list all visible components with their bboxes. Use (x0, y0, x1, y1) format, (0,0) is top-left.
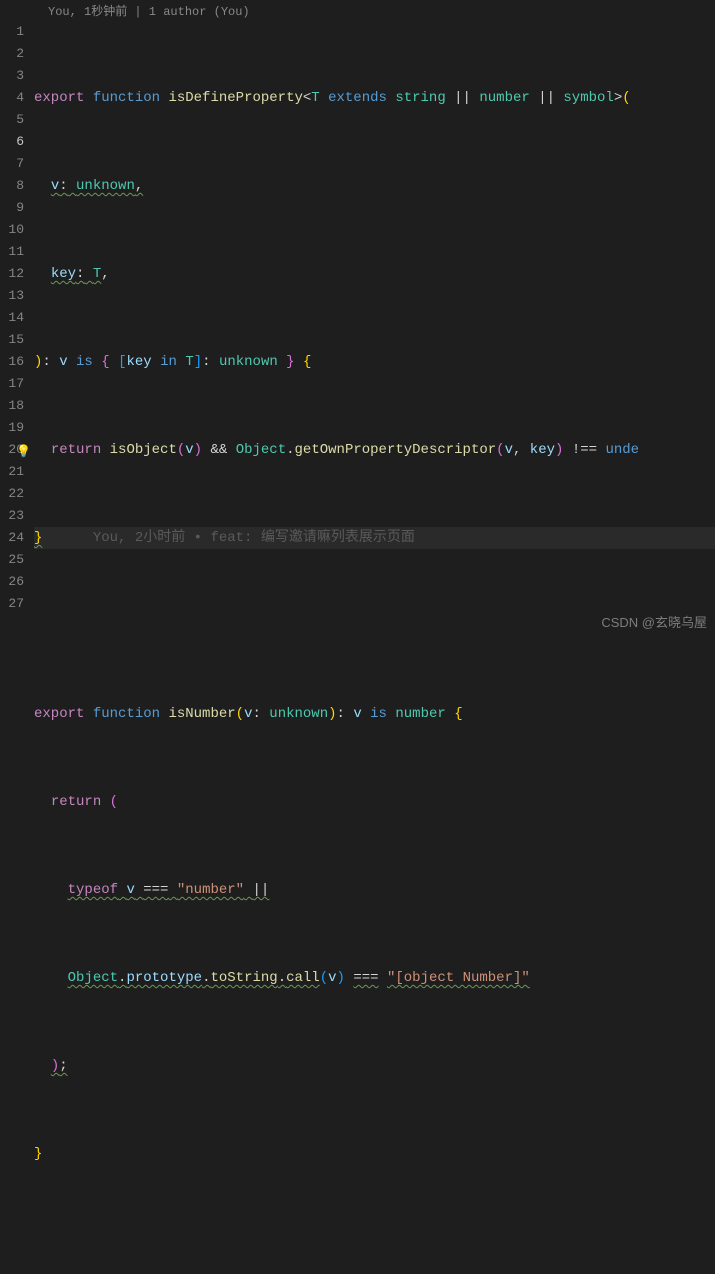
line-number: 5 (0, 109, 24, 131)
line-number: 18 (0, 395, 24, 417)
line-number: 25 (0, 549, 24, 571)
code-line[interactable]: export function isDefineProperty<T exten… (34, 87, 715, 109)
line-number: 22 (0, 483, 24, 505)
line-number: 8 (0, 175, 24, 197)
line-number: 27 (0, 593, 24, 615)
line-number: 11 (0, 241, 24, 263)
line-number: 4 (0, 87, 24, 109)
codelens: You, 1秒钟前 | 1 author (You) (0, 0, 715, 21)
code-line[interactable] (34, 1231, 715, 1253)
code-line[interactable]: } (34, 1143, 715, 1165)
inline-blame: You, 2小时前 • feat: 编写邀请嘛列表展示页面 (93, 530, 415, 546)
code-line[interactable]: ); (34, 1055, 715, 1077)
code-area[interactable]: export function isDefineProperty<T exten… (34, 21, 715, 1274)
code-editor[interactable]: 1234567891011121314151617181920212223242… (0, 21, 715, 1274)
line-number: 23 (0, 505, 24, 527)
line-number: 14 (0, 307, 24, 329)
line-number: 7 (0, 153, 24, 175)
line-number: 10 (0, 219, 24, 241)
line-number: 12 (0, 263, 24, 285)
line-number: 21 (0, 461, 24, 483)
line-number: 17 (0, 373, 24, 395)
code-line[interactable]: } You, 2小时前 • feat: 编写邀请嘛列表展示页面 (34, 527, 715, 549)
code-line[interactable]: ): v is { [key in T]: unknown } { (34, 351, 715, 373)
line-number: 26 (0, 571, 24, 593)
code-line[interactable]: return ( (34, 791, 715, 813)
line-number: 9 (0, 197, 24, 219)
line-number: 16 (0, 351, 24, 373)
line-number: 13 (0, 285, 24, 307)
line-number: 2 (0, 43, 24, 65)
line-gutter: 1234567891011121314151617181920212223242… (0, 21, 34, 1274)
code-line[interactable]: typeof v === "number" || (34, 879, 715, 901)
line-number: 6 (0, 131, 24, 153)
line-number: 3 (0, 65, 24, 87)
line-number: 19 (0, 417, 24, 439)
line-number: 15 (0, 329, 24, 351)
line-number: 1 (0, 21, 24, 43)
line-number: 24 (0, 527, 24, 549)
code-line[interactable]: export function isNumber(v: unknown): v … (34, 703, 715, 725)
lightbulb-icon[interactable]: 💡 (16, 441, 31, 463)
code-line[interactable]: v: unknown, (34, 175, 715, 197)
code-line[interactable]: Object.prototype.toString.call(v) === "[… (34, 967, 715, 989)
code-line[interactable]: key: T, (34, 263, 715, 285)
watermark: CSDN @玄晓乌屋 (601, 612, 707, 631)
code-line[interactable]: 💡 return isObject(v) && Object.getOwnPro… (34, 439, 715, 461)
